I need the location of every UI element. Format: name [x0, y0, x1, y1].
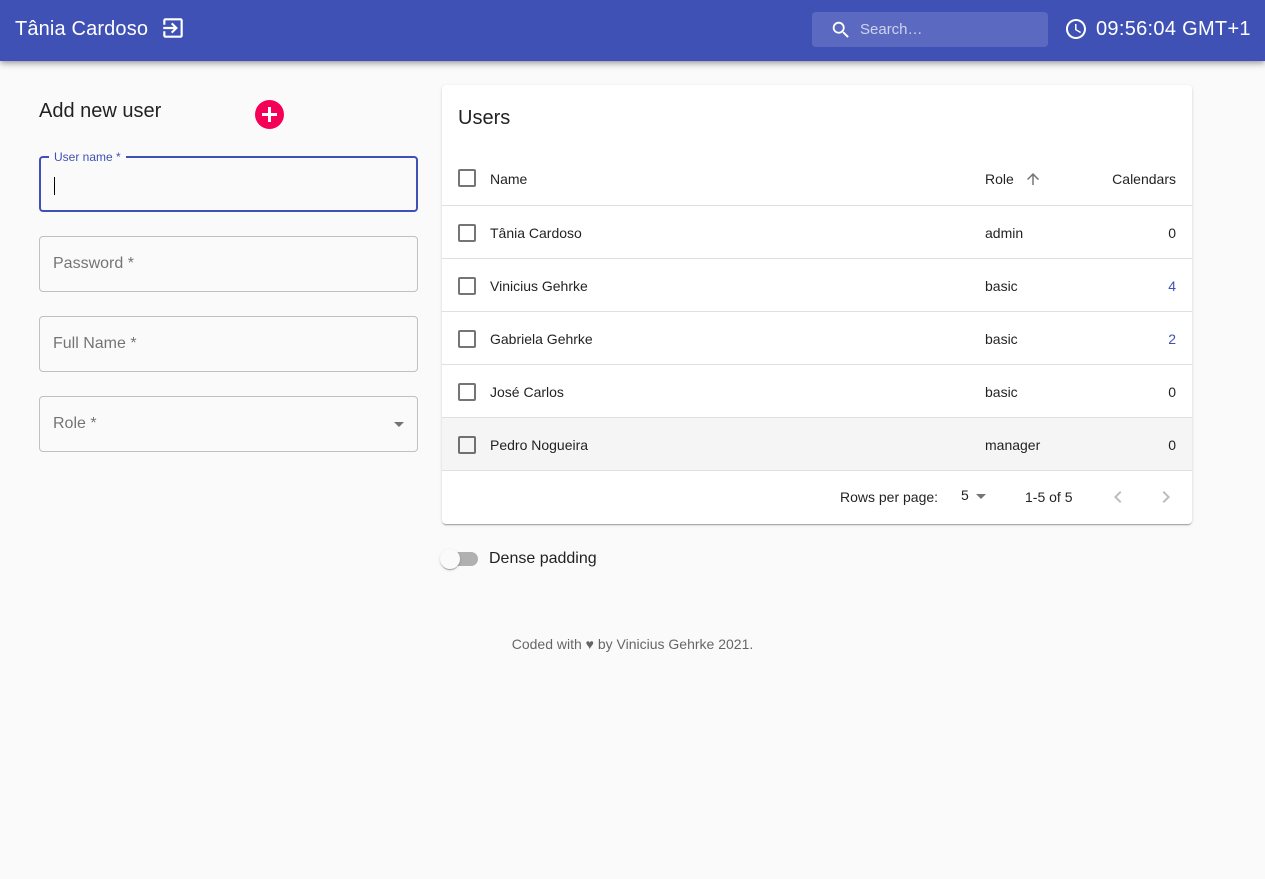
dense-padding-switch[interactable]: [440, 549, 480, 569]
user-name-cell: Tânia Cardoso: [490, 225, 582, 241]
chevron-down-icon[interactable]: [976, 494, 986, 499]
arrow-up-icon[interactable]: [1024, 170, 1042, 188]
pagination-range: 1-5 of 5: [1025, 489, 1073, 505]
user-role-cell: basic: [985, 384, 1018, 400]
table-pagination: Rows per page: 5 1-5 of 5: [442, 471, 1192, 524]
table-row[interactable]: Gabriela Gehrke basic 2: [442, 312, 1192, 365]
fullname-label: Full Name *: [53, 335, 137, 352]
users-table-card: Users Name Role Calendars Tânia Cardoso …: [442, 85, 1192, 524]
password-field[interactable]: Password *: [39, 236, 418, 292]
user-calendars-link[interactable]: 2: [1168, 331, 1176, 347]
app-bar: Tânia Cardoso 09:56:04 GMT+1: [0, 0, 1265, 61]
user-name-cell: Pedro Nogueira: [490, 437, 589, 453]
user-role-cell: manager: [985, 437, 1041, 453]
column-header-name[interactable]: Name: [490, 171, 527, 187]
rows-per-page-label: Rows per page:: [840, 489, 939, 505]
row-checkbox[interactable]: [458, 436, 476, 454]
user-role-cell: basic: [985, 331, 1018, 347]
username-input[interactable]: [54, 158, 394, 210]
table-row[interactable]: Vinicius Gehrke basic 4: [442, 259, 1192, 312]
user-calendars-cell: 0: [1168, 384, 1176, 400]
clock-icon: [1064, 17, 1088, 41]
footer-text: Coded with ♥ by Vinicius Gehrke 2021.: [511, 636, 754, 652]
user-role-cell: admin: [985, 225, 1024, 241]
user-calendars-cell: 0: [1168, 437, 1176, 453]
table-row[interactable]: Pedro Nogueira manager 0: [442, 418, 1192, 471]
row-checkbox[interactable]: [458, 330, 476, 348]
column-header-calendars[interactable]: Calendars: [1112, 171, 1176, 187]
user-name-cell: José Carlos: [490, 384, 564, 400]
row-checkbox[interactable]: [458, 383, 476, 401]
column-header-role[interactable]: Role: [985, 171, 1014, 187]
form-title: Add new user: [39, 100, 162, 122]
dense-padding-label: Dense padding: [489, 550, 597, 567]
user-calendars-link[interactable]: 4: [1168, 278, 1176, 294]
next-page-button[interactable]: [1154, 485, 1178, 509]
current-user-name: Tânia Cardoso: [15, 18, 149, 40]
rows-per-page-select[interactable]: 5: [961, 487, 969, 503]
select-all-checkbox[interactable]: [458, 169, 476, 187]
password-label: Password *: [53, 255, 134, 272]
table-row[interactable]: José Carlos basic 0: [442, 365, 1192, 418]
search-input[interactable]: [860, 12, 1040, 47]
add-user-button[interactable]: [255, 100, 284, 129]
add-circle-icon: [255, 100, 284, 129]
username-field[interactable]: User name *: [39, 150, 418, 212]
role-label: Role *: [53, 415, 97, 432]
table-row[interactable]: Tânia Cardoso admin 0: [442, 206, 1192, 259]
user-name-cell: Gabriela Gehrke: [490, 331, 593, 347]
logout-icon[interactable]: [160, 15, 186, 41]
previous-page-button[interactable]: [1106, 485, 1130, 509]
user-name-cell: Vinicius Gehrke: [490, 278, 588, 294]
switch-thumb: [440, 549, 460, 569]
role-select[interactable]: Role *: [39, 396, 418, 452]
table-title: Users: [458, 107, 511, 129]
user-calendars-cell: 0: [1168, 225, 1176, 241]
table-header-row: Name Role Calendars: [442, 151, 1192, 206]
search-icon: [830, 19, 852, 41]
chevron-down-icon: [394, 422, 404, 427]
search-box: [812, 12, 1048, 47]
user-role-cell: basic: [985, 278, 1018, 294]
row-checkbox[interactable]: [458, 277, 476, 295]
fullname-field[interactable]: Full Name *: [39, 316, 418, 372]
row-checkbox[interactable]: [458, 224, 476, 242]
clock-time: 09:56:04 GMT+1: [1096, 18, 1251, 40]
